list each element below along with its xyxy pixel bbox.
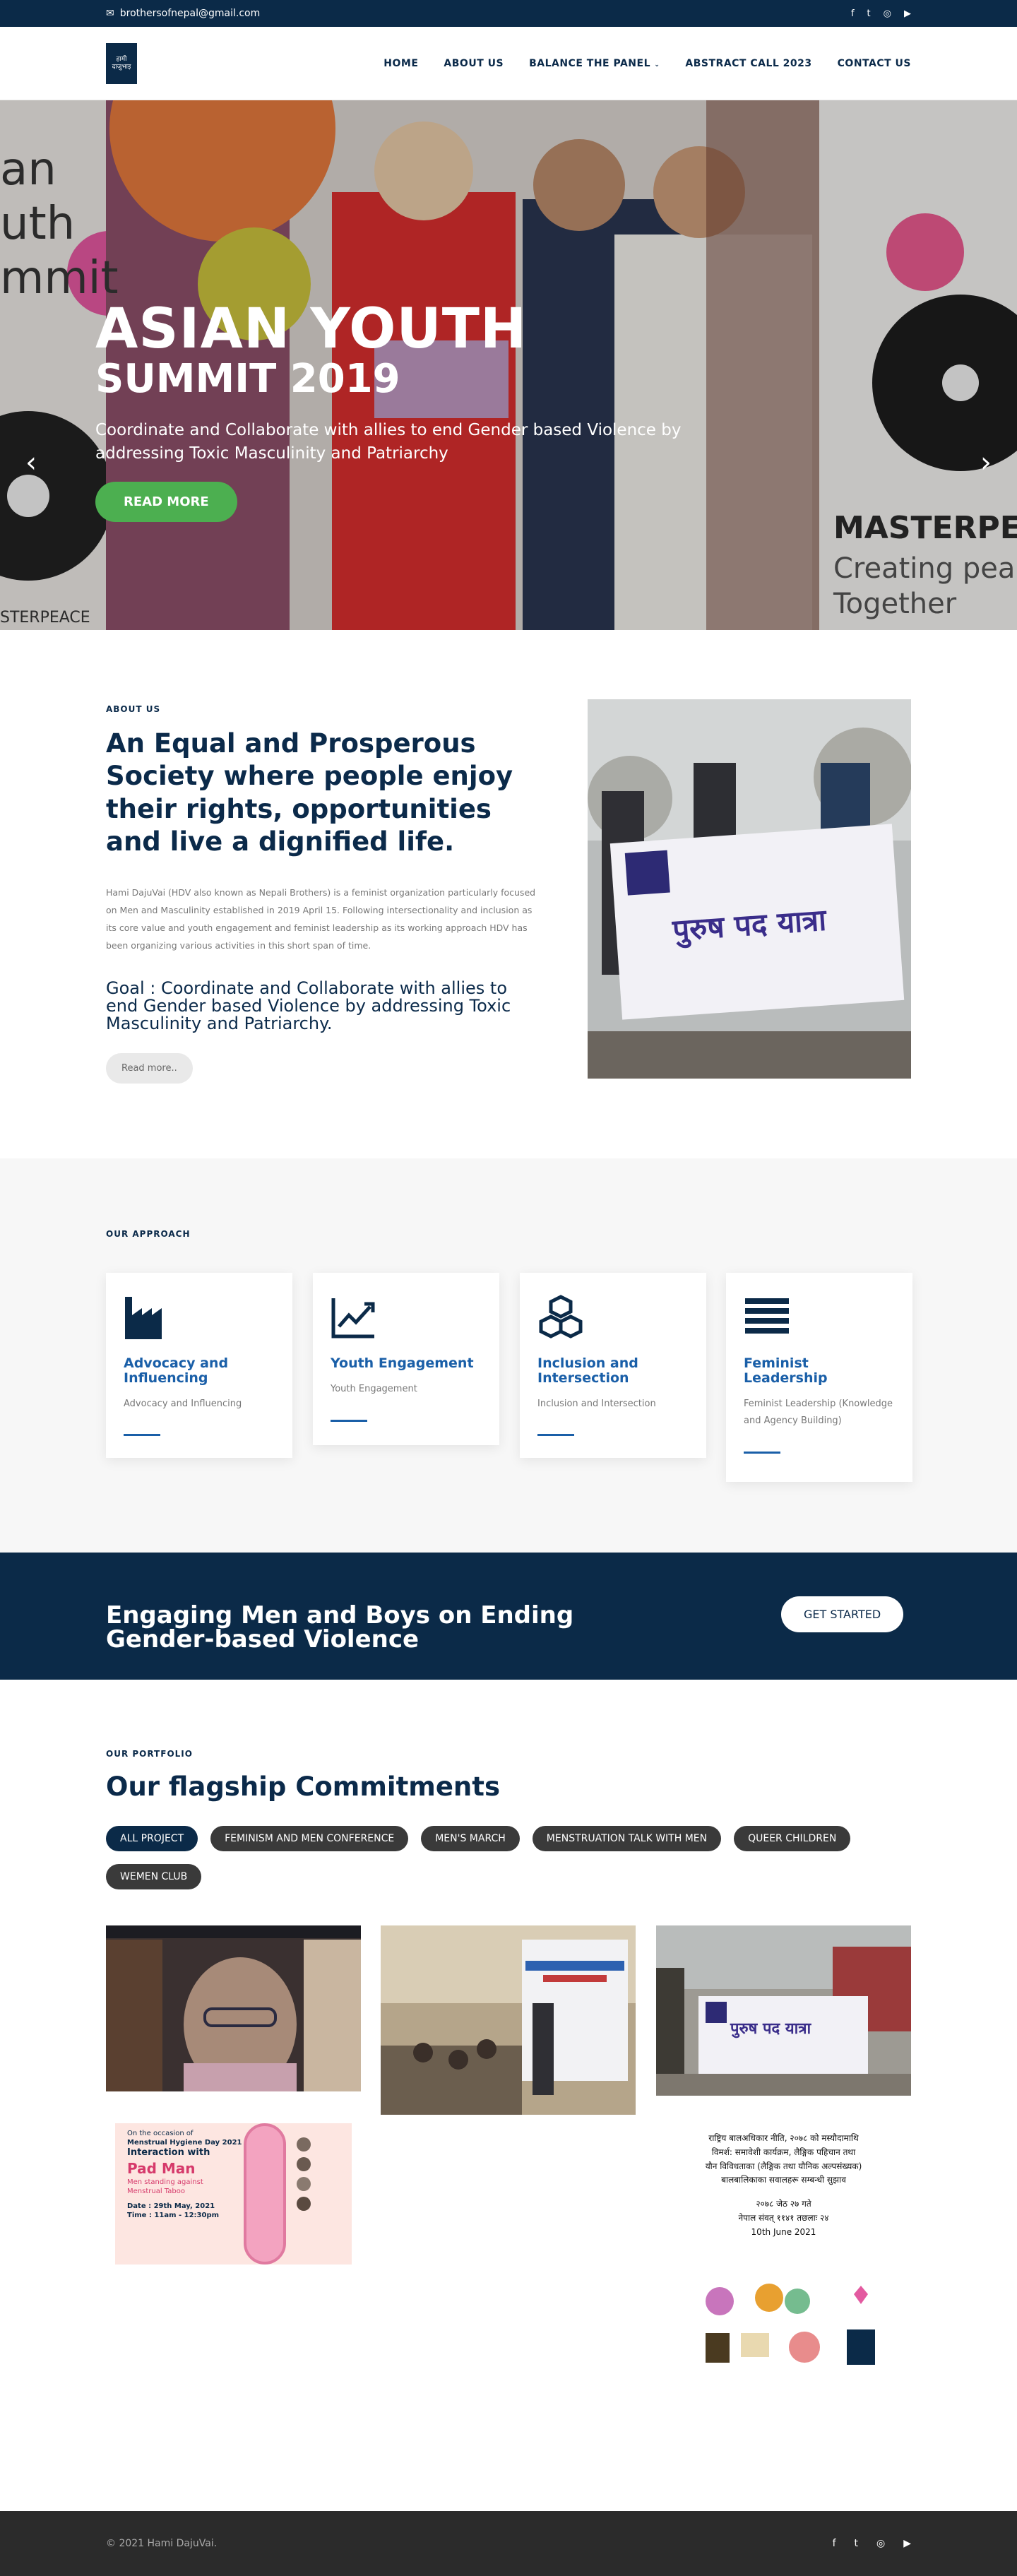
hero-bg-text-right-1: MASTERPE: [833, 510, 1017, 546]
portfolio-image: [106, 1925, 361, 2091]
approach-section-label: OUR APPROACH: [106, 1229, 191, 1239]
notice-text: राष्ट्रिय बालअधिकार नीति, २०७८ को मस्यौद…: [705, 2133, 862, 2237]
hero-slider: an uth mmit STERPEACE MASTERPE Creating …: [0, 100, 1017, 630]
filter-feminism-and-men-conference[interactable]: FEMINISM AND MEN CONFERENCE: [210, 1826, 409, 1851]
hero-bg-text-right-3: Together: [833, 588, 957, 620]
portfolio-item-video-call[interactable]: [106, 1925, 361, 2091]
portfolio-march-banner-text: पुरुष पद यात्रा: [730, 2020, 811, 2038]
hero-bg-text-right-2: Creating pea: [833, 552, 1016, 585]
cta-heading: Engaging Men and Boys on Ending Gender-b…: [106, 1601, 574, 1654]
partner-logos: [698, 2280, 882, 2372]
email-text: brothersofnepal@gmail.com: [119, 8, 261, 19]
approach-card-text: Youth Engagement: [331, 1383, 417, 1394]
portfolio-section: OUR PORTFOLIO Our flagship Commitments A…: [0, 1680, 1017, 2510]
portfolio-section-label: OUR PORTFOLIO: [106, 1749, 193, 1759]
youtube-icon[interactable]: ▶: [904, 8, 911, 19]
hero-content: ASIAN YOUTH SUMMIT 2019 Coordinate and C…: [95, 302, 703, 522]
poster-text: On the occasion of Menstrual Hygiene Day…: [127, 2130, 242, 2219]
approach-card-title: Youth Engagement: [331, 1355, 474, 1371]
pad-illustration: [244, 2123, 286, 2265]
approach-card-title: Advocacy and Influencing: [124, 1355, 229, 1386]
nav-abstract-call[interactable]: ABSTRACT CALL 2023: [685, 58, 811, 69]
hero-bg-text-left: an uth mmit: [0, 143, 119, 304]
get-started-button[interactable]: GET STARTED: [781, 1596, 904, 1632]
approach-card-text: Feminist Leadership (Knowledge and Agenc…: [744, 1398, 893, 1427]
hero-title: ASIAN YOUTH: [95, 297, 528, 361]
filter-menstruation-talk-with-men[interactable]: MENSTRUATION TALK WITH MEN: [532, 1826, 722, 1851]
slider-next-arrow-icon[interactable]: ›: [980, 446, 992, 479]
filter-mens-march[interactable]: MEN'S MARCH: [421, 1826, 520, 1851]
approach-card-title: Inclusion and Intersection: [537, 1355, 638, 1386]
about-photo: पुरुष पद यात्रा: [588, 699, 911, 1079]
card-underline: [744, 1452, 780, 1454]
hero-bg-text-left-bottom: STERPEACE: [0, 609, 90, 627]
topbar-socials: f t ◎ ▶: [851, 8, 911, 19]
nav-balance-the-panel[interactable]: BALANCE THE PANEL ⌄: [529, 58, 660, 69]
portfolio-image: [656, 1925, 911, 2096]
cta-banner: Engaging Men and Boys on Ending Gender-b…: [0, 1553, 1017, 1680]
factory-icon: [125, 1297, 162, 1339]
facebook-icon[interactable]: f: [833, 2538, 836, 2549]
nav-contact-us[interactable]: CONTACT US: [838, 58, 911, 69]
topbar: ✉ brothersofnepal@gmail.com f t ◎ ▶: [0, 0, 1017, 27]
chevron-down-icon: ⌄: [654, 61, 660, 69]
nav-home[interactable]: HOME: [383, 58, 418, 69]
approach-card-text: Advocacy and Influencing: [124, 1398, 242, 1409]
slider-prev-arrow-icon[interactable]: ‹: [25, 446, 37, 479]
hero-subtitle: SUMMIT 2019: [95, 356, 400, 402]
instagram-icon[interactable]: ◎: [876, 2538, 885, 2549]
card-underline: [124, 1434, 160, 1437]
hero-read-more-button[interactable]: READ MORE: [95, 481, 237, 522]
portfolio-item-workshop[interactable]: [381, 1925, 636, 2115]
about-description: Hami DajuVai (HDV also known as Nepali B…: [106, 887, 536, 951]
topbar-email[interactable]: ✉ brothersofnepal@gmail.com: [106, 8, 260, 19]
approach-section: OUR APPROACH Advocacy and Influencing Ad…: [0, 1158, 1017, 1554]
footer-copyright: © 2021 Hami DajuVai.: [106, 2538, 218, 2549]
chart-line-icon: [331, 1298, 375, 1339]
approach-card-inclusion[interactable]: Inclusion and Intersection Inclusion and…: [520, 1273, 706, 1458]
footer-socials: f t ◎ ▶: [833, 2538, 911, 2549]
bars-icon: [745, 1298, 789, 1334]
card-underline: [537, 1434, 574, 1437]
main-nav: HOME ABOUT US BALANCE THE PANEL ⌄ ABSTRA…: [383, 58, 911, 69]
cubes-icon: [539, 1295, 583, 1339]
approach-card-title: Feminist Leadership: [744, 1355, 828, 1386]
approach-card-text: Inclusion and Intersection: [537, 1398, 656, 1409]
hero-text: Coordinate and Collaborate with allies t…: [95, 421, 682, 463]
site-footer: © 2021 Hami DajuVai. f t ◎ ▶: [0, 2511, 1017, 2576]
youtube-icon[interactable]: ▶: [903, 2538, 911, 2549]
site-logo[interactable]: हामी दाजुभाइ: [106, 42, 137, 84]
card-underline: [331, 1419, 367, 1422]
about-read-more-button[interactable]: Read more..: [106, 1052, 193, 1084]
site-header: हामी दाजुभाइ HOME ABOUT US BALANCE THE P…: [0, 27, 1017, 100]
envelope-icon: ✉: [106, 8, 114, 19]
portfolio-heading: Our flagship Commitments: [106, 1771, 500, 1802]
twitter-icon[interactable]: t: [855, 2538, 859, 2549]
approach-card-feminist-leadership[interactable]: Feminist Leadership Feminist Leadership …: [726, 1273, 912, 1482]
about-section-label: ABOUT US: [106, 704, 161, 714]
filter-wemen-club[interactable]: WEMEN CLUB: [106, 1864, 202, 1889]
approach-card-youth[interactable]: Youth Engagement Youth Engagement: [313, 1273, 499, 1445]
about-content: An Equal and Prosperous Society where pe…: [106, 728, 537, 1084]
portfolio-filters: ALL PROJECT FEMINISM AND MEN CONFERENCE …: [106, 1826, 911, 1889]
nav-about-us[interactable]: ABOUT US: [444, 58, 504, 69]
facebook-icon[interactable]: f: [851, 8, 855, 19]
portfolio-item-mens-march[interactable]: पुरुष पद यात्रा: [656, 1925, 911, 2096]
filter-all-project[interactable]: ALL PROJECT: [106, 1826, 198, 1851]
instagram-icon[interactable]: ◎: [884, 8, 891, 19]
portfolio-image: [381, 1925, 636, 2115]
approach-card-advocacy[interactable]: Advocacy and Influencing Advocacy and In…: [106, 1273, 292, 1458]
about-heading: An Equal and Prosperous Society where pe…: [106, 728, 513, 857]
portfolio-item-pad-man-poster[interactable]: On the occasion of Menstrual Hygiene Day…: [106, 2116, 361, 2272]
portfolio-item-queer-children-notice[interactable]: राष्ट्रिय बालअधिकार नीति, २०७८ को मस्यौद…: [656, 2118, 911, 2414]
twitter-icon[interactable]: t: [867, 8, 871, 19]
filter-queer-children[interactable]: QUEER CHILDREN: [734, 1826, 851, 1851]
about-goal: Goal : Coordinate and Collaborate with a…: [106, 978, 511, 1034]
speaker-list: [297, 2137, 339, 2243]
